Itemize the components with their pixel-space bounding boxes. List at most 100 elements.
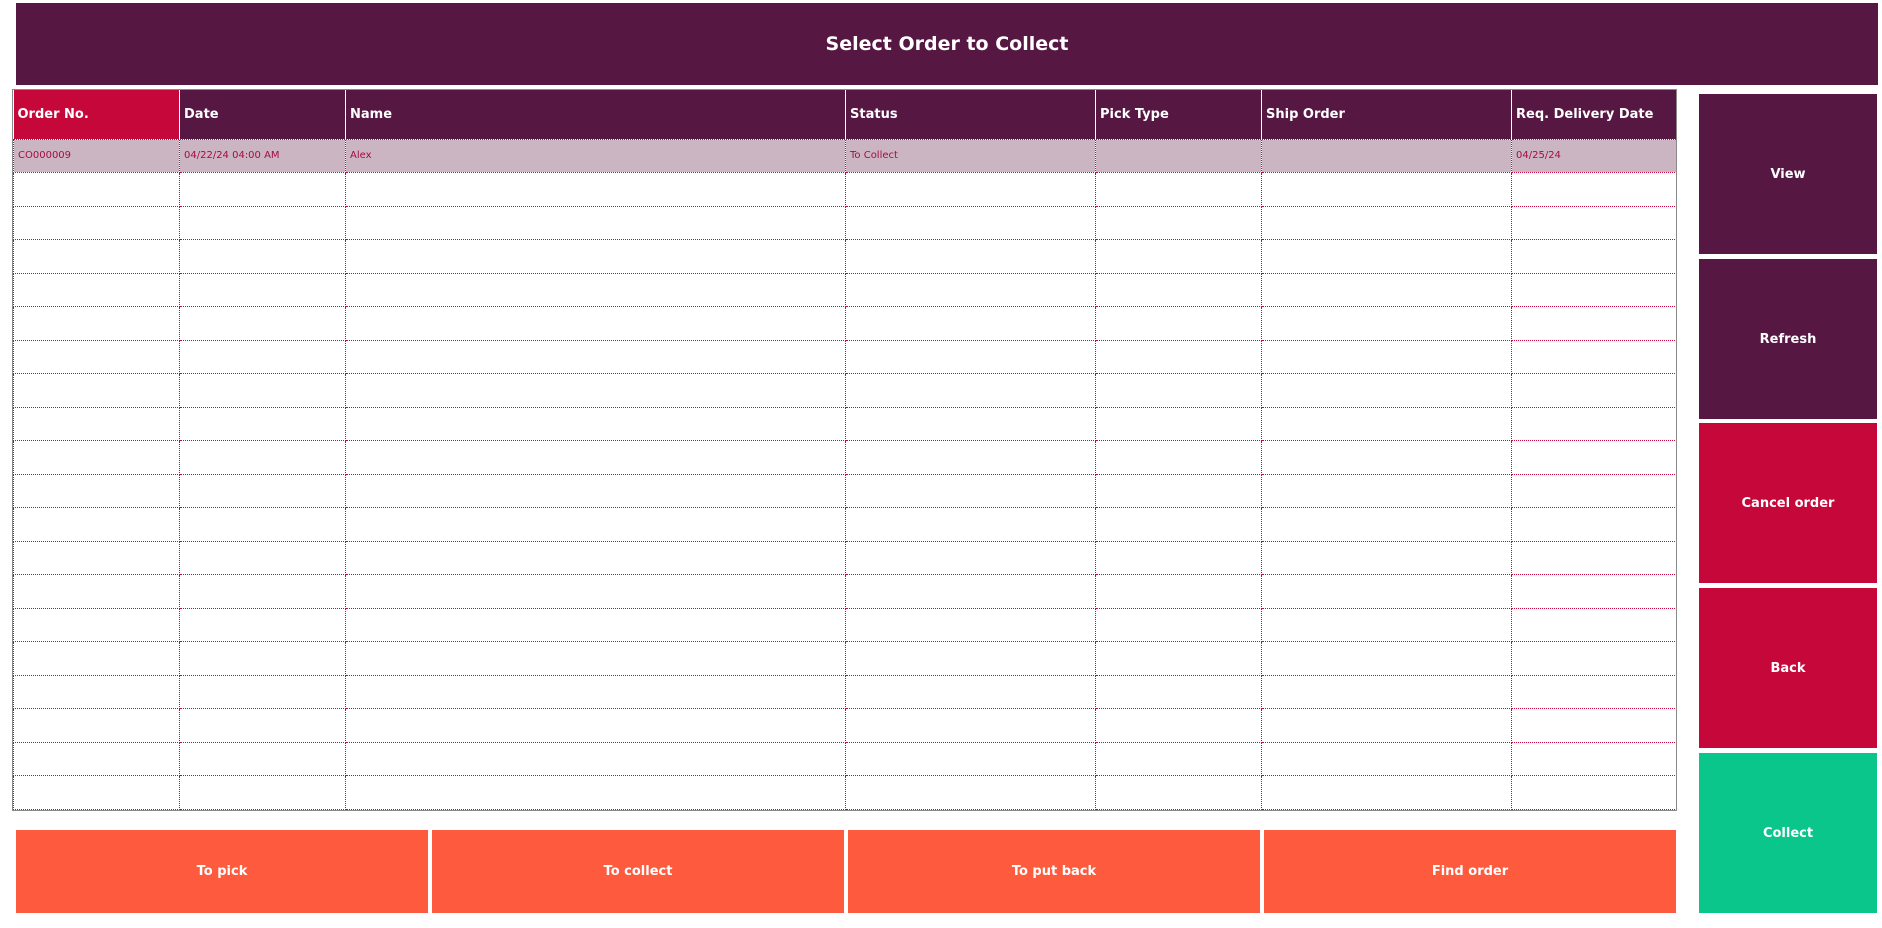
table-cell — [845, 172, 1096, 207]
table-cell — [179, 239, 346, 274]
table-cell — [1511, 674, 1676, 709]
table-cell — [179, 172, 346, 207]
table-cell — [179, 775, 346, 810]
table-cell — [13, 507, 180, 542]
to-collect-button[interactable]: To collect — [432, 830, 844, 913]
collect-button[interactable]: Collect — [1699, 753, 1877, 913]
table-row[interactable] — [13, 172, 1676, 207]
table-row[interactable] — [13, 306, 1676, 341]
table-row[interactable] — [13, 540, 1676, 575]
table-cell — [179, 741, 346, 776]
table-row[interactable] — [13, 775, 1676, 810]
table-cell — [345, 205, 846, 240]
table-cell — [845, 205, 1096, 240]
find-order-button[interactable]: Find order — [1264, 830, 1676, 913]
cell-date: 04/22/24 04:00 AM — [179, 138, 346, 173]
table-cell — [1095, 239, 1262, 274]
table-cell — [13, 205, 180, 240]
table-cell — [845, 674, 1096, 709]
table-cell — [845, 373, 1096, 408]
table-row[interactable] — [13, 674, 1676, 709]
view-button[interactable]: View — [1699, 94, 1877, 254]
table-cell — [13, 641, 180, 676]
table-row[interactable] — [13, 708, 1676, 743]
table-cell — [1095, 306, 1262, 341]
table-cell — [13, 741, 180, 776]
cancel-order-button[interactable]: Cancel order — [1699, 423, 1877, 583]
table-cell — [1095, 339, 1262, 374]
column-header-status[interactable]: Status — [845, 90, 1096, 139]
table-cell — [845, 272, 1096, 307]
table-cell — [345, 172, 846, 207]
table-row[interactable] — [13, 406, 1676, 441]
back-button[interactable]: Back — [1699, 588, 1877, 748]
table-body: CO000009 04/22/24 04:00 AM Alex To Colle… — [13, 138, 1676, 810]
table-cell — [13, 775, 180, 810]
table-row[interactable] — [13, 641, 1676, 676]
column-header-ship-order[interactable]: Ship Order — [1261, 90, 1512, 139]
table-cell — [13, 440, 180, 475]
table-cell — [1261, 373, 1512, 408]
table-cell — [845, 306, 1096, 341]
table-cell — [1095, 373, 1262, 408]
table-row[interactable] — [13, 473, 1676, 508]
table-cell — [1095, 641, 1262, 676]
table-cell — [845, 708, 1096, 743]
table-cell — [13, 272, 180, 307]
cell-name: Alex — [345, 138, 846, 173]
page-title: Select Order to Collect — [16, 3, 1878, 85]
column-header-date[interactable]: Date — [179, 90, 346, 139]
refresh-button[interactable]: Refresh — [1699, 259, 1877, 419]
to-pick-button[interactable]: To pick — [16, 830, 428, 913]
table-cell — [345, 239, 846, 274]
table-row[interactable] — [13, 239, 1676, 274]
table-row[interactable] — [13, 339, 1676, 374]
table-cell — [179, 708, 346, 743]
column-header-name[interactable]: Name — [345, 90, 846, 139]
table-row[interactable] — [13, 373, 1676, 408]
table-cell — [845, 641, 1096, 676]
table-row[interactable] — [13, 607, 1676, 642]
table-row[interactable] — [13, 507, 1676, 542]
cell-status: To Collect — [845, 138, 1096, 173]
table-cell — [1261, 540, 1512, 575]
table-row[interactable] — [13, 205, 1676, 240]
table-cell — [1511, 775, 1676, 810]
table-cell — [345, 373, 846, 408]
table-cell — [1095, 507, 1262, 542]
table-cell — [845, 540, 1096, 575]
table-cell — [179, 507, 346, 542]
table-cell — [1261, 440, 1512, 475]
table-cell — [1511, 373, 1676, 408]
table-cell — [1511, 708, 1676, 743]
table-cell — [13, 172, 180, 207]
table-row[interactable] — [13, 272, 1676, 307]
table-cell — [845, 406, 1096, 441]
table-row[interactable] — [13, 741, 1676, 776]
table-cell — [1261, 507, 1512, 542]
table-cell — [179, 574, 346, 609]
table-cell — [1095, 272, 1262, 307]
table-cell — [1095, 674, 1262, 709]
table-row[interactable]: CO000009 04/22/24 04:00 AM Alex To Colle… — [13, 138, 1676, 173]
table-row[interactable] — [13, 574, 1676, 609]
table-cell — [1511, 641, 1676, 676]
table-cell — [13, 674, 180, 709]
table-cell — [179, 473, 346, 508]
table-cell — [13, 339, 180, 374]
column-header-req-delivery-date[interactable]: Req. Delivery Date — [1511, 90, 1676, 139]
table-cell — [179, 272, 346, 307]
table-cell — [1095, 205, 1262, 240]
column-header-order-no[interactable]: Order No. — [13, 90, 180, 139]
table-cell — [1511, 306, 1676, 341]
table-cell — [345, 540, 846, 575]
table-cell — [1511, 406, 1676, 441]
to-put-back-button[interactable]: To put back — [848, 830, 1260, 913]
cell-req-delivery-date: 04/25/24 — [1511, 138, 1676, 173]
column-header-pick-type[interactable]: Pick Type — [1095, 90, 1262, 139]
table-cell — [845, 440, 1096, 475]
table-cell — [179, 306, 346, 341]
table-cell — [845, 741, 1096, 776]
table-cell — [1511, 741, 1676, 776]
table-row[interactable] — [13, 440, 1676, 475]
